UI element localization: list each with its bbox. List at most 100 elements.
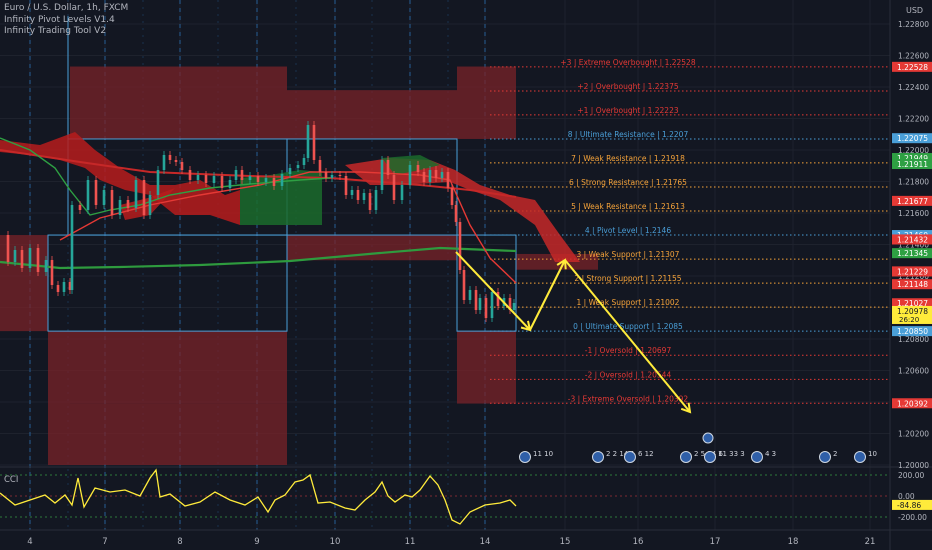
candle-body (408, 165, 412, 185)
candle-body (288, 168, 292, 174)
candle-body (204, 175, 208, 183)
candle-body (454, 205, 458, 222)
candle-body (220, 176, 224, 188)
event-icon (592, 451, 604, 463)
candle-body (280, 174, 284, 186)
candle-body (78, 205, 82, 210)
candle-body (474, 290, 478, 310)
pivot-level-label: -3 | Extreme Oversold | 1.20392 (568, 394, 689, 403)
candle-body (272, 178, 276, 186)
event-icon (854, 451, 866, 463)
candle-body (248, 176, 252, 180)
event-icon (702, 432, 714, 444)
candle-body (118, 200, 122, 215)
pivot-level-label: +1 | Overbought | 1.22223 (577, 106, 678, 115)
candle-body (62, 282, 66, 292)
candle-body (70, 205, 74, 290)
time-tick-label: 21 (865, 537, 876, 547)
candle-body (20, 250, 24, 268)
pivot-level-label: 2 | Strong Support | 1.21155 (574, 274, 681, 283)
pivot-zone (457, 66, 516, 139)
symbol-title: Euro / U.S. Dollar, 1h, FXCM (4, 3, 129, 13)
pivot-zone (457, 331, 516, 404)
indicator-pivot-levels: Infinity Pivot Levels V1.4 (4, 14, 115, 25)
candle-body (142, 180, 146, 215)
event-label: 6 12 (638, 450, 654, 458)
time-tick-label: 14 (480, 537, 491, 547)
candle-body (156, 170, 160, 195)
candle-body (478, 298, 482, 310)
candle-body (400, 185, 404, 200)
event-label: 4 3 (765, 450, 776, 458)
candle-body (94, 180, 98, 205)
price-tag-countdown: 26:20 (899, 316, 919, 324)
time-tick-label: 17 (710, 537, 721, 547)
event-label: 11 33 3 (718, 450, 745, 458)
candle-body (356, 190, 360, 200)
event-icon (680, 451, 692, 463)
time-tick-label: 16 (633, 537, 644, 547)
pivot-zone (70, 66, 287, 139)
candle-body (392, 175, 396, 200)
price-tag-label: 1.22528 (897, 63, 928, 72)
candle-body (264, 178, 268, 182)
candle-body (490, 292, 494, 318)
candle-body (56, 285, 60, 292)
pivot-level-label: 3 | Weak Support | 1.21307 (577, 250, 680, 259)
cci-tick-label: -200.00 (898, 513, 927, 522)
cci-last-value: -84.86 (897, 501, 921, 510)
candle-body (512, 303, 516, 310)
pivot-level-label: 5 | Weak Resistance | 1.21613 (571, 202, 685, 211)
candle-body (148, 195, 152, 215)
candle-body (330, 175, 334, 178)
indicator-trading-tool: Infinity Trading Tool V2 (4, 26, 107, 36)
candle-body (13, 250, 17, 262)
price-tick-label: 1.20000 (898, 461, 929, 470)
candle-body (468, 290, 472, 300)
candle-body (234, 170, 238, 180)
candle-body (386, 160, 390, 175)
pivot-level-label: 6 | Strong Resistance | 1.21765 (569, 178, 687, 187)
candle-body (306, 125, 310, 158)
candle-body (416, 165, 420, 172)
pivot-level-label: +2 | Overbought | 1.22375 (577, 82, 678, 91)
price-tag-label: 1.21911 (897, 160, 928, 169)
candle-body (458, 222, 462, 270)
candle-body (302, 158, 306, 165)
candle-body (368, 193, 372, 210)
candle-body (434, 170, 438, 178)
candle-body (126, 200, 130, 208)
time-tick-label: 15 (560, 537, 571, 547)
price-tag-label: 1.21229 (897, 267, 928, 276)
candle-body (102, 190, 106, 205)
price-tag-label: 1.21345 (897, 249, 928, 258)
time-tick-label: 9 (254, 537, 259, 547)
candle-body (188, 170, 192, 180)
time-tick-label: 4 (27, 537, 32, 547)
candle-body (6, 235, 10, 262)
price-chart[interactable]: +3 | Extreme Overbought | 1.22528 +2 | Ov… (0, 0, 932, 550)
price-tick-label: 1.22400 (898, 83, 929, 92)
candle-body (440, 172, 444, 178)
price-tick-label: 1.21600 (898, 209, 929, 218)
candle-body (374, 190, 378, 210)
pivot-level-label: +3 | Extreme Overbought | 1.22528 (560, 58, 695, 67)
candle-body (446, 172, 450, 188)
pivot-level-label: 1 | Weak Support | 1.21002 (577, 298, 680, 307)
candle-body (324, 172, 328, 178)
time-tick-label: 8 (177, 537, 182, 547)
price-tag-label: 1.21432 (897, 235, 928, 244)
time-tick-label: 10 (330, 537, 341, 547)
candle-body (422, 172, 426, 182)
pivot-level-label: -1 | Oversold | 1.20697 (585, 346, 672, 355)
event-icon (751, 451, 763, 463)
cci-label: CCI (4, 475, 18, 485)
price-tag-label: 1.20850 (897, 327, 928, 336)
time-tick-label: 7 (102, 537, 107, 547)
candle-body (428, 170, 432, 182)
candle-body (174, 160, 178, 162)
candle-body (44, 260, 48, 272)
price-tag-label: 1.20392 (897, 399, 928, 408)
candle-body (28, 248, 32, 268)
time-tick-label: 11 (405, 537, 416, 547)
